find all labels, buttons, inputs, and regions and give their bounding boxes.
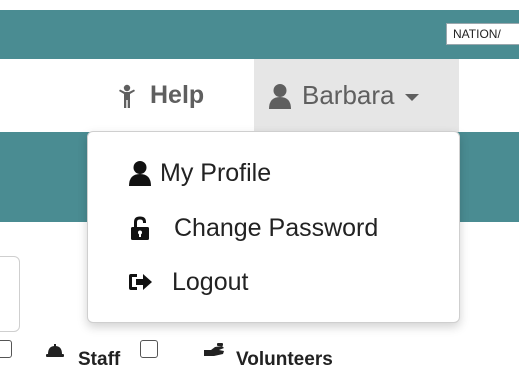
- top-banner: [0, 10, 519, 59]
- sign-out-icon: [128, 269, 154, 295]
- user-menu-toggle[interactable]: Barbara: [254, 59, 459, 132]
- menu-item-label: Change Password: [174, 213, 379, 242]
- menu-item-label: Logout: [172, 267, 249, 296]
- user-icon: [268, 83, 292, 109]
- help-label: Help: [150, 81, 205, 109]
- user-dropdown-menu: My Profile Change Password Logout: [87, 131, 460, 323]
- help-link[interactable]: Help: [118, 59, 204, 132]
- menu-item-label: My Profile: [160, 158, 272, 187]
- volunteers-label: Volunteers: [236, 349, 333, 370]
- unlock-icon: [128, 215, 152, 241]
- user-icon: [128, 160, 152, 186]
- national-badge: NATION/: [446, 23, 519, 45]
- volunteer-hand-icon: [202, 342, 226, 360]
- caret-down-icon: [404, 93, 419, 101]
- filter-checkbox-previous[interactable]: [0, 340, 12, 358]
- staff-hardhat-icon: [45, 343, 65, 359]
- menu-item-change-password[interactable]: Change Password: [88, 203, 459, 253]
- partial-input-box[interactable]: [0, 256, 20, 332]
- help-person-icon: [118, 84, 136, 108]
- menu-item-logout[interactable]: Logout: [88, 257, 459, 307]
- staff-checkbox[interactable]: [140, 340, 158, 358]
- menu-item-my-profile[interactable]: My Profile: [88, 148, 459, 198]
- user-name-label: Barbara: [302, 80, 395, 110]
- staff-label: Staff: [78, 349, 121, 370]
